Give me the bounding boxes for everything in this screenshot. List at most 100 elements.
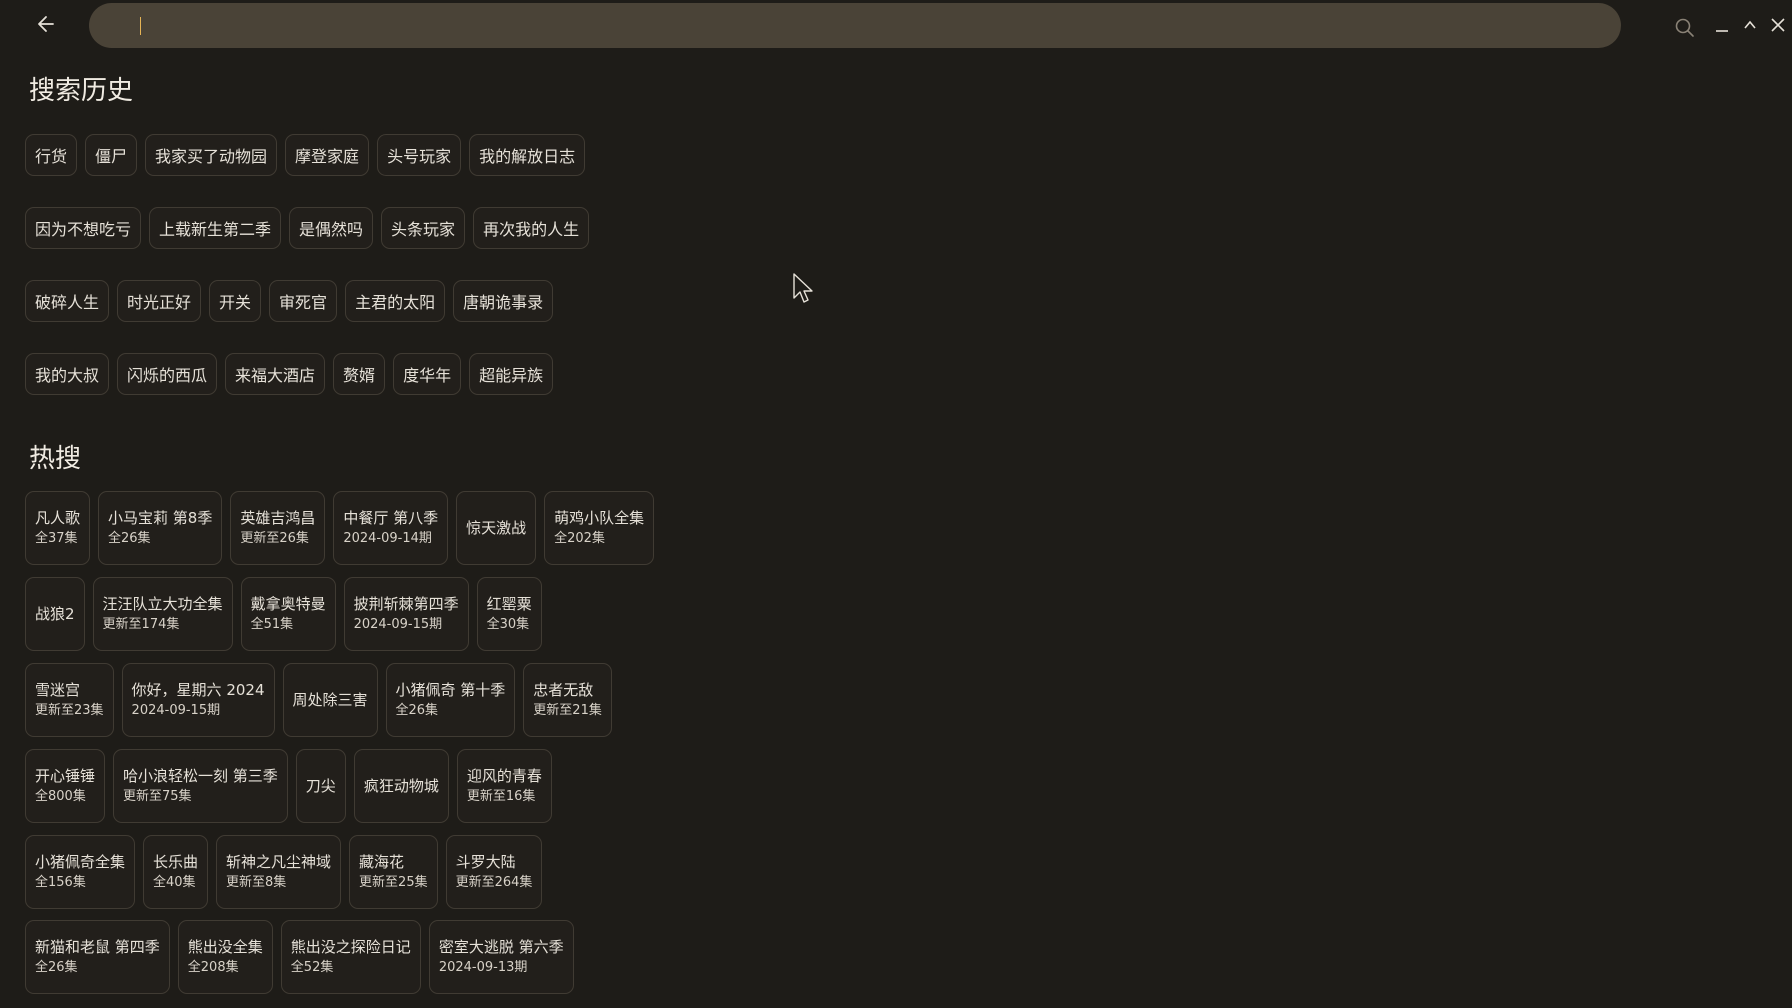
hot-item-card[interactable]: 迎风的青春 更新至16集 bbox=[456, 749, 552, 823]
hot-item-title: 你好，星期六 2024 bbox=[131, 681, 265, 699]
minimize-button[interactable] bbox=[1708, 10, 1736, 40]
hot-item-card[interactable]: 藏海花 更新至25集 bbox=[349, 835, 438, 909]
history-chip[interactable]: 上载新生第二季 bbox=[149, 207, 282, 249]
hot-item-subtitle: 2024-09-13期 bbox=[438, 960, 528, 975]
history-chip[interactable]: 破碎人生 bbox=[25, 280, 110, 322]
history-chip[interactable]: 超能异族 bbox=[469, 353, 554, 395]
hot-item-card[interactable]: 汪汪队立大功全集 更新至174集 bbox=[92, 577, 233, 651]
hot-item-subtitle: 全30集 bbox=[486, 617, 530, 632]
hot-item-card[interactable]: 新猫和老鼠 第四季 全26集 bbox=[25, 920, 170, 994]
close-button[interactable] bbox=[1764, 10, 1792, 40]
back-button[interactable] bbox=[30, 8, 62, 40]
hot-item-title: 小猪佩奇 第十季 bbox=[395, 681, 506, 699]
hot-item-title: 红罂粟 bbox=[486, 595, 532, 613]
history-chip[interactable]: 闪烁的西瓜 bbox=[117, 353, 218, 395]
history-row: 我的大叔 闪烁的西瓜 来福大酒店 赘婿 度华年 超能异族 bbox=[25, 353, 554, 395]
hot-item-subtitle: 全52集 bbox=[290, 960, 334, 975]
hot-item-card[interactable]: 惊天激战 bbox=[456, 491, 537, 565]
hot-item-card[interactable]: 凡人歌 全37集 bbox=[25, 491, 91, 565]
hot-item-card[interactable]: 中餐厅 第八季 2024-09-14期 bbox=[333, 491, 449, 565]
history-chip[interactable]: 我的解放日志 bbox=[469, 134, 586, 176]
hot-row: 雪迷宫 更新至23集 你好，星期六 2024 2024-09-15期 周处除三害 小猪佩奇… bbox=[25, 663, 612, 737]
hot-item-title: 哈小浪轻松一刻 第三季 bbox=[123, 767, 278, 785]
history-chip[interactable]: 头条玩家 bbox=[381, 207, 466, 249]
history-chip[interactable]: 度华年 bbox=[393, 353, 462, 395]
hot-item-title: 密室大逃脱 第六季 bbox=[438, 938, 564, 956]
hot-item-subtitle: 全26集 bbox=[108, 531, 151, 546]
hot-item-card[interactable]: 萌鸡小队全集 全202集 bbox=[544, 491, 655, 565]
hot-item-subtitle: 更新至75集 bbox=[123, 789, 192, 804]
hot-item-subtitle: 全800集 bbox=[35, 789, 86, 804]
history-chip[interactable]: 时光正好 bbox=[117, 280, 202, 322]
hot-item-title: 刀尖 bbox=[305, 777, 336, 795]
hot-item-title: 披荆斩棘第四季 bbox=[353, 595, 459, 613]
hot-item-subtitle: 更新至174集 bbox=[102, 617, 180, 632]
hot-item-card[interactable]: 小猪佩奇全集 全156集 bbox=[25, 835, 136, 909]
hot-item-subtitle: 更新至8集 bbox=[226, 875, 287, 890]
maximize-button[interactable] bbox=[1736, 10, 1764, 40]
hot-item-card[interactable]: 长乐曲 全40集 bbox=[143, 835, 209, 909]
hot-item-title: 凡人歌 bbox=[35, 509, 81, 527]
hot-item-card[interactable]: 戴拿奥特曼 全51集 bbox=[240, 577, 336, 651]
hot-item-title: 汪汪队立大功全集 bbox=[102, 595, 223, 613]
history-chip[interactable]: 来福大酒店 bbox=[225, 353, 326, 395]
hot-row: 小猪佩奇全集 全156集 长乐曲 全40集 斩神之凡尘神域 更新至8集 藏海花 更新至25集斗… bbox=[25, 835, 543, 909]
hot-item-subtitle: 全26集 bbox=[395, 703, 439, 718]
history-chip[interactable]: 审死官 bbox=[269, 280, 338, 322]
hot-item-title: 长乐曲 bbox=[153, 853, 199, 871]
hot-item-card[interactable]: 斩神之凡尘神域 更新至8集 bbox=[216, 835, 342, 909]
hot-item-subtitle: 全156集 bbox=[35, 875, 86, 890]
history-chip[interactable]: 摩登家庭 bbox=[285, 134, 370, 176]
history-chip[interactable]: 开关 bbox=[209, 280, 262, 322]
hot-item-card[interactable]: 哈小浪轻松一刻 第三季 更新至75集 bbox=[113, 749, 288, 823]
hot-item-card[interactable]: 小马宝莉 第8季 全26集 bbox=[98, 491, 223, 565]
history-chip[interactable]: 赘婿 bbox=[333, 353, 386, 395]
close-icon bbox=[1771, 18, 1785, 32]
search-icon[interactable] bbox=[1674, 17, 1696, 39]
hot-item-title: 熊出没全集 bbox=[187, 938, 263, 956]
hot-item-card[interactable]: 小猪佩奇 第十季 全26集 bbox=[385, 663, 516, 737]
hot-item-title: 忠者无敌 bbox=[533, 681, 594, 699]
mouse-pointer-icon bbox=[793, 273, 813, 303]
arrow-left-icon bbox=[38, 16, 54, 32]
hot-row: 新猫和老鼠 第四季 全26集 熊出没全集 全208集 熊出没之探险日记 全52集 密室大逃脱… bbox=[25, 920, 574, 994]
hot-item-card[interactable]: 你好，星期六 2024 2024-09-15期 bbox=[121, 663, 275, 737]
history-chip[interactable]: 我家买了动物园 bbox=[145, 134, 278, 176]
hot-item-card[interactable]: 刀尖 bbox=[295, 749, 346, 823]
search-bar[interactable] bbox=[89, 3, 1694, 48]
hot-item-card[interactable]: 雪迷宫 更新至23集 bbox=[25, 663, 114, 737]
hot-item-card[interactable]: 斗罗大陆 更新至264集 bbox=[445, 835, 543, 909]
history-chip[interactable]: 头号玩家 bbox=[377, 134, 462, 176]
hot-item-title: 中餐厅 第八季 bbox=[343, 509, 439, 527]
hot-item-card[interactable]: 忠者无敌 更新至21集 bbox=[523, 663, 612, 737]
hot-item-title: 熊出没之探险日记 bbox=[290, 938, 411, 956]
history-chip[interactable]: 僵尸 bbox=[85, 134, 138, 176]
hot-item-card[interactable]: 战狼2 bbox=[25, 577, 85, 651]
hot-item-subtitle: 全202集 bbox=[554, 531, 605, 546]
hot-item-card[interactable]: 英雄吉鸿昌 更新至26集 bbox=[230, 491, 326, 565]
search-input[interactable] bbox=[123, 11, 1547, 41]
history-chip[interactable]: 行货 bbox=[25, 134, 78, 176]
minimize-icon bbox=[1716, 30, 1728, 32]
hot-item-card[interactable]: 周处除三害 bbox=[282, 663, 378, 737]
hot-item-card[interactable]: 红罂粟全30集 bbox=[476, 577, 542, 651]
hot-item-card[interactable]: 熊出没全集 全208集 bbox=[177, 920, 273, 994]
history-chip[interactable]: 因为不想吃亏 bbox=[25, 207, 142, 249]
hot-item-card[interactable]: 披荆斩棘第四季 2024-09-15期 bbox=[343, 577, 469, 651]
hot-row: 战狼2 汪汪队立大功全集 更新至174集 戴拿奥特曼 全51集 披荆斩棘第四季 2024-0… bbox=[25, 577, 542, 651]
history-chip[interactable]: 主君的太阳 bbox=[345, 280, 446, 322]
history-chip[interactable]: 再次我的人生 bbox=[473, 207, 590, 249]
hot-item-title: 小马宝莉 第8季 bbox=[108, 509, 213, 527]
hot-item-title: 雪迷宫 bbox=[35, 681, 81, 699]
hot-item-card[interactable]: 疯狂动物城 bbox=[353, 749, 449, 823]
hot-item-subtitle: 2024-09-15期 bbox=[131, 703, 221, 718]
hot-item-card[interactable]: 熊出没之探险日记 全52集 bbox=[280, 920, 421, 994]
hot-item-subtitle: 更新至25集 bbox=[359, 875, 428, 890]
history-chip[interactable]: 是偶然吗 bbox=[289, 207, 374, 249]
hot-item-card[interactable]: 开心锤锤全800集 bbox=[25, 749, 106, 823]
hot-item-title: 惊天激战 bbox=[466, 519, 527, 537]
hot-item-title: 开心锤锤 bbox=[35, 767, 96, 785]
history-chip[interactable]: 我的大叔 bbox=[25, 353, 110, 395]
history-chip[interactable]: 唐朝诡事录 bbox=[453, 280, 554, 322]
hot-item-card[interactable]: 密室大逃脱 第六季 2024-09-13期 bbox=[428, 920, 574, 994]
